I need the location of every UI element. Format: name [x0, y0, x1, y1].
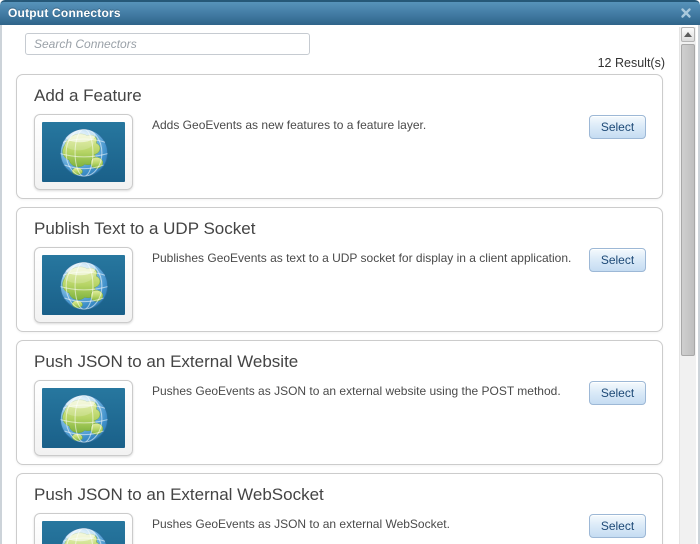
- globe-icon: [42, 255, 125, 315]
- select-button[interactable]: Select: [589, 115, 646, 139]
- connector-card: Push JSON to an External Website Pushes …: [16, 340, 663, 465]
- scroll-up-button[interactable]: [681, 27, 695, 42]
- globe-icon: [42, 122, 125, 182]
- up-arrow-icon: [684, 32, 692, 37]
- results-count: 12 Result(s): [597, 56, 665, 70]
- search-row: [2, 25, 679, 55]
- connector-description: Pushes GeoEvents as JSON to an external …: [152, 517, 450, 531]
- connector-description: Adds GeoEvents as new features to a feat…: [152, 118, 427, 132]
- search-input[interactable]: [25, 33, 310, 55]
- globe-icon: [42, 521, 125, 544]
- connector-description: Pushes GeoEvents as JSON to an external …: [152, 384, 561, 398]
- connector-thumbnail: [34, 380, 133, 456]
- output-connectors-dialog: Output Connectors 12 Result(s) Add a Fea…: [0, 0, 700, 544]
- connector-thumbnail: [34, 247, 133, 323]
- dialog-titlebar: Output Connectors: [0, 0, 700, 25]
- connector-title: Push JSON to an External WebSocket: [34, 485, 324, 504]
- connector-thumbnail: [34, 114, 133, 190]
- globe-icon: [42, 388, 125, 448]
- dialog-body: 12 Result(s) Add a Feature: [0, 25, 700, 544]
- connector-thumbnail: [34, 513, 133, 544]
- scrollbar-thumb[interactable]: [681, 44, 695, 356]
- connector-card: Publish Text to a UDP Socket Publishes G…: [16, 207, 663, 332]
- connector-card: Add a Feature Adds GeoEvents as new feat…: [16, 74, 663, 199]
- connector-description: Publishes GeoEvents as text to a UDP soc…: [152, 251, 572, 265]
- connector-title: Push JSON to an External Website: [34, 352, 299, 371]
- select-button[interactable]: Select: [589, 248, 646, 272]
- connector-title: Publish Text to a UDP Socket: [34, 219, 256, 238]
- close-icon[interactable]: [680, 7, 692, 19]
- connector-list: Add a Feature Adds GeoEvents as new feat…: [16, 74, 663, 544]
- dialog-content: 12 Result(s) Add a Feature: [2, 25, 679, 544]
- connector-title: Add a Feature: [34, 86, 142, 105]
- connector-card: Push JSON to an External WebSocket Pushe…: [16, 473, 663, 544]
- scrollbar-track[interactable]: [679, 27, 696, 544]
- select-button[interactable]: Select: [589, 381, 646, 405]
- select-button[interactable]: Select: [589, 514, 646, 538]
- dialog-title: Output Connectors: [8, 6, 121, 20]
